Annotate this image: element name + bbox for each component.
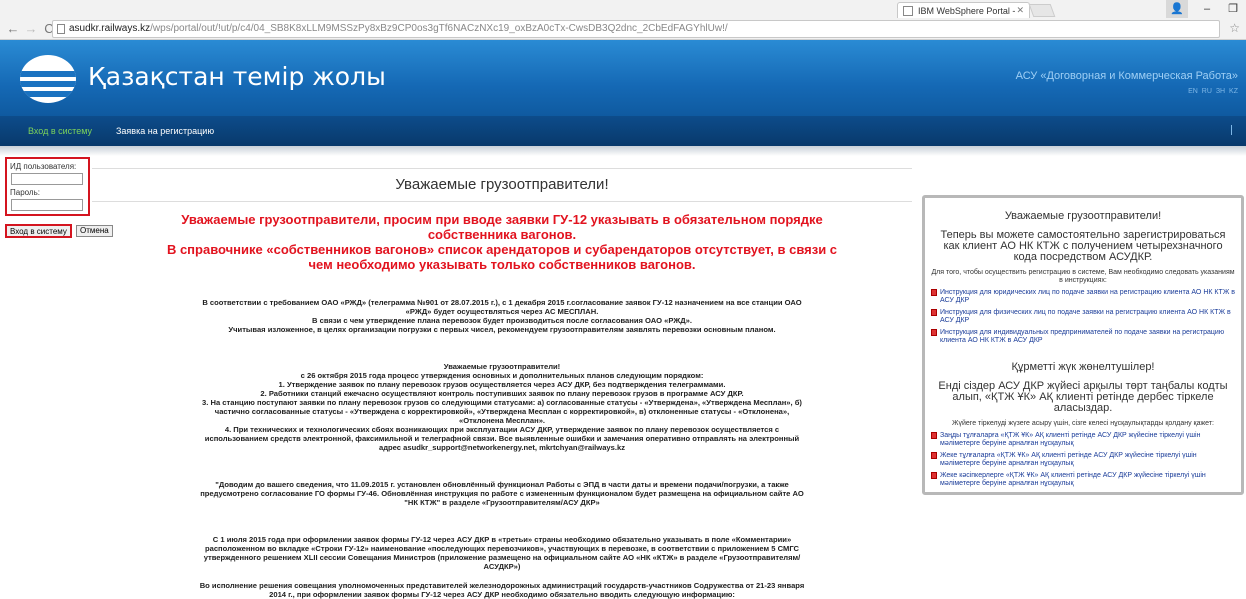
notice-line: частично согласованные статусы - «Утверж… (214, 407, 790, 416)
instruction-link[interactable]: Жеке кәсіпкерлерге «ҚТЖ ҰК» АҚ клиенті р… (931, 472, 1235, 488)
warning-line: чем необходимо указывать только собствен… (308, 257, 696, 272)
instruction-link[interactable]: Инструкция для физических лиц по подаче … (931, 309, 1235, 325)
instruction-link-label: Заңды тұлғаларға «ҚТЖ ҰК» АҚ клиенті рет… (940, 432, 1201, 447)
main-nav: Вход в систему Заявка на регистрацию (0, 116, 1246, 146)
panel-title-kz: Құрметті жүк жөнелтушілер! (1011, 361, 1155, 373)
forward-icon[interactable]: → (22, 21, 40, 36)
site-header: Қазақстан темір жолы АСУ «Договорная и К… (0, 40, 1246, 116)
system-subtitle: АСУ «Договорная и Коммерческая Работа» (1015, 70, 1238, 82)
divider (92, 201, 912, 202)
language-switcher[interactable]: EN RU ЗН KZ (1188, 88, 1238, 95)
site-title: Қазақстан темір жолы (88, 62, 386, 91)
panel-title-ru: Уважаемые грузоотправители! (1004, 210, 1162, 222)
notice-line: "Доводим до вашего сведения, что 11.09.2… (215, 480, 789, 489)
instruction-link[interactable]: Заңды тұлғаларға «ҚТЖ ҰК» АҚ клиенті рет… (931, 432, 1235, 448)
notice-line: "НК КТЖ" в разделе «Грузоотправителям/АС… (404, 498, 600, 507)
panel-instructions-kz: Жүйеге тіркелуді жүзеге асыру үшін, сізг… (952, 420, 1214, 427)
nav-shadow (0, 146, 1246, 156)
instruction-link-label: Инструкция для физических лиц по подаче … (940, 309, 1231, 324)
notice-mesplan: В соответствии с требованием ОАО «РЖД» (… (92, 298, 912, 334)
nav-login[interactable]: Вход в систему (28, 126, 92, 136)
pdf-icon (931, 329, 937, 336)
notice-line: 4. При технических и технологических сбо… (224, 425, 780, 434)
instruction-link[interactable]: Инструкция для индивидуальных предприним… (931, 329, 1235, 345)
notice-line: В связи с чем утверждение плана перевозо… (312, 316, 692, 325)
page-title: Уважаемые грузоотправители! (395, 176, 609, 193)
notice-line: с 26 октября 2015 года процесс утвержден… (300, 371, 704, 380)
notice-line: С 1 июля 2015 года при оформлении заявок… (212, 535, 792, 544)
page-icon (903, 6, 913, 16)
bookmark-star-icon[interactable]: ☆ (1229, 21, 1240, 35)
divider (92, 168, 912, 169)
warning-line: собственника вагонов. (427, 227, 577, 242)
minimize-icon[interactable]: – (1194, 0, 1220, 18)
notice-line: Учитывая изложенное, в целях организации… (228, 325, 776, 334)
registration-panel: Уважаемые грузоотправители! Теперь вы мо… (922, 195, 1244, 495)
instruction-link-label: Инструкция для индивидуальных предприним… (940, 329, 1225, 344)
pdf-icon (931, 289, 937, 296)
ktz-logo-icon (20, 55, 76, 103)
warning-line: Уважаемые грузоотправители, просим при в… (181, 212, 823, 227)
warning-line: В справочнике «собственников вагонов» сп… (166, 242, 838, 257)
notice-line: расположенном во вкладке «Строки ГУ-12» … (204, 544, 800, 553)
user-id-input[interactable] (11, 173, 83, 185)
login-form: ИД пользователя: Пароль: (5, 157, 90, 216)
login-button[interactable]: Вход в систему (5, 224, 72, 238)
address-bar: ← → C asudkr.railways.kz/wps/portal/out/… (0, 18, 1246, 40)
nav-divider (1231, 125, 1232, 135)
instruction-link[interactable]: Инструкция для юридических лиц по подаче… (931, 289, 1235, 305)
page-icon (57, 24, 65, 34)
panel-intro-ru: Теперь вы можете самостоятельно зарегист… (940, 229, 1226, 263)
panel-intro-kz: Енді сіздер АСУ ДКР жүйесі арқылы төрт т… (938, 380, 1228, 414)
nav-register[interactable]: Заявка на регистрацию (116, 126, 214, 136)
notice-line: «РЖД» будет осуществляться через АС МЕСП… (405, 307, 599, 316)
notice-line: 2014 г., при оформлении заявок формы ГУ-… (269, 590, 735, 599)
password-input[interactable] (11, 199, 83, 211)
browser-tabbar: IBM WebSphere Portal - ✕ 👤 – ❐ (0, 0, 1246, 18)
notice-line: предусмотрено согласование ГО формы ГУ-4… (200, 489, 804, 498)
url-input[interactable]: asudkr.railways.kz/wps/portal/out/!ut/p/… (52, 20, 1220, 38)
back-icon[interactable]: ← (4, 21, 22, 36)
pdf-icon (931, 309, 937, 316)
window-controls: 👤 – ❐ (1166, 0, 1246, 18)
close-icon[interactable]: ✕ (1016, 5, 1024, 16)
notice-epd-update: "Доводим до вашего сведения, что 11.09.2… (92, 480, 912, 507)
url-path: /wps/portal/out/!ut/p/c4/04_SB8K8xLLM9MS… (150, 23, 728, 34)
notice-third-countries: С 1 июля 2015 года при оформлении заявок… (92, 535, 912, 571)
password-label: Пароль: (10, 188, 40, 197)
notice-line: 1. Утверждение заявок по плану перевозок… (278, 380, 726, 389)
main-content: Уважаемые грузоотправители! Уважаемые гр… (92, 168, 912, 599)
notice-line: адрес asudkr_support@networkenergy.net, … (378, 443, 626, 452)
pdf-icon (931, 452, 937, 459)
instruction-link-label: Инструкция для юридических лиц по подаче… (940, 289, 1235, 304)
user-icon[interactable]: 👤 (1166, 0, 1188, 18)
notice-line: Во исполнение решения совещания уполномо… (199, 581, 805, 590)
notice-line: 2. Работники станций ежечасно осуществля… (260, 389, 744, 398)
pdf-icon (931, 432, 937, 439)
notice-line: «Отклонена Месплан». (458, 416, 546, 425)
tab-title: IBM WebSphere Portal - (918, 6, 1016, 16)
notice-commonwealth: Во исполнение решения совещания уполномо… (92, 581, 912, 599)
notice-line: В соответствии с требованием ОАО «РЖД» (… (202, 298, 802, 307)
user-id-label: ИД пользователя: (10, 162, 77, 171)
pdf-icon (931, 472, 937, 479)
notice-line: Уважаемые грузоотправители! (443, 362, 561, 371)
notice-line: АСУДКР») (483, 562, 521, 571)
panel-instructions-ru: Для того, чтобы осуществить регистрацию … (931, 269, 1235, 284)
notice-line: использованием средств электронной, факс… (204, 434, 800, 443)
maximize-icon[interactable]: ❐ (1220, 0, 1246, 18)
browser-tab[interactable]: IBM WebSphere Portal - ✕ (897, 2, 1030, 18)
instruction-link-label: Жеке тұлғаларға «ҚТЖ ҰК» АҚ клиенті реті… (940, 452, 1197, 467)
warning-text: Уважаемые грузоотправители, просим при в… (92, 212, 912, 272)
new-tab-button[interactable] (1028, 4, 1056, 17)
url-host: asudkr.railways.kz (69, 23, 151, 34)
notice-line: 3. На станцию поступают заявки по плану … (202, 398, 802, 407)
instruction-link-label: Жеке кәсіпкерлерге «ҚТЖ ҰК» АҚ клиенті р… (940, 472, 1206, 487)
notice-approval-procedure: Уважаемые грузоотправители! с 26 октября… (92, 362, 912, 452)
instruction-link[interactable]: Жеке тұлғаларға «ҚТЖ ҰК» АҚ клиенті реті… (931, 452, 1235, 468)
notice-line: утвержденного решением XLII сессии Совещ… (203, 553, 801, 562)
